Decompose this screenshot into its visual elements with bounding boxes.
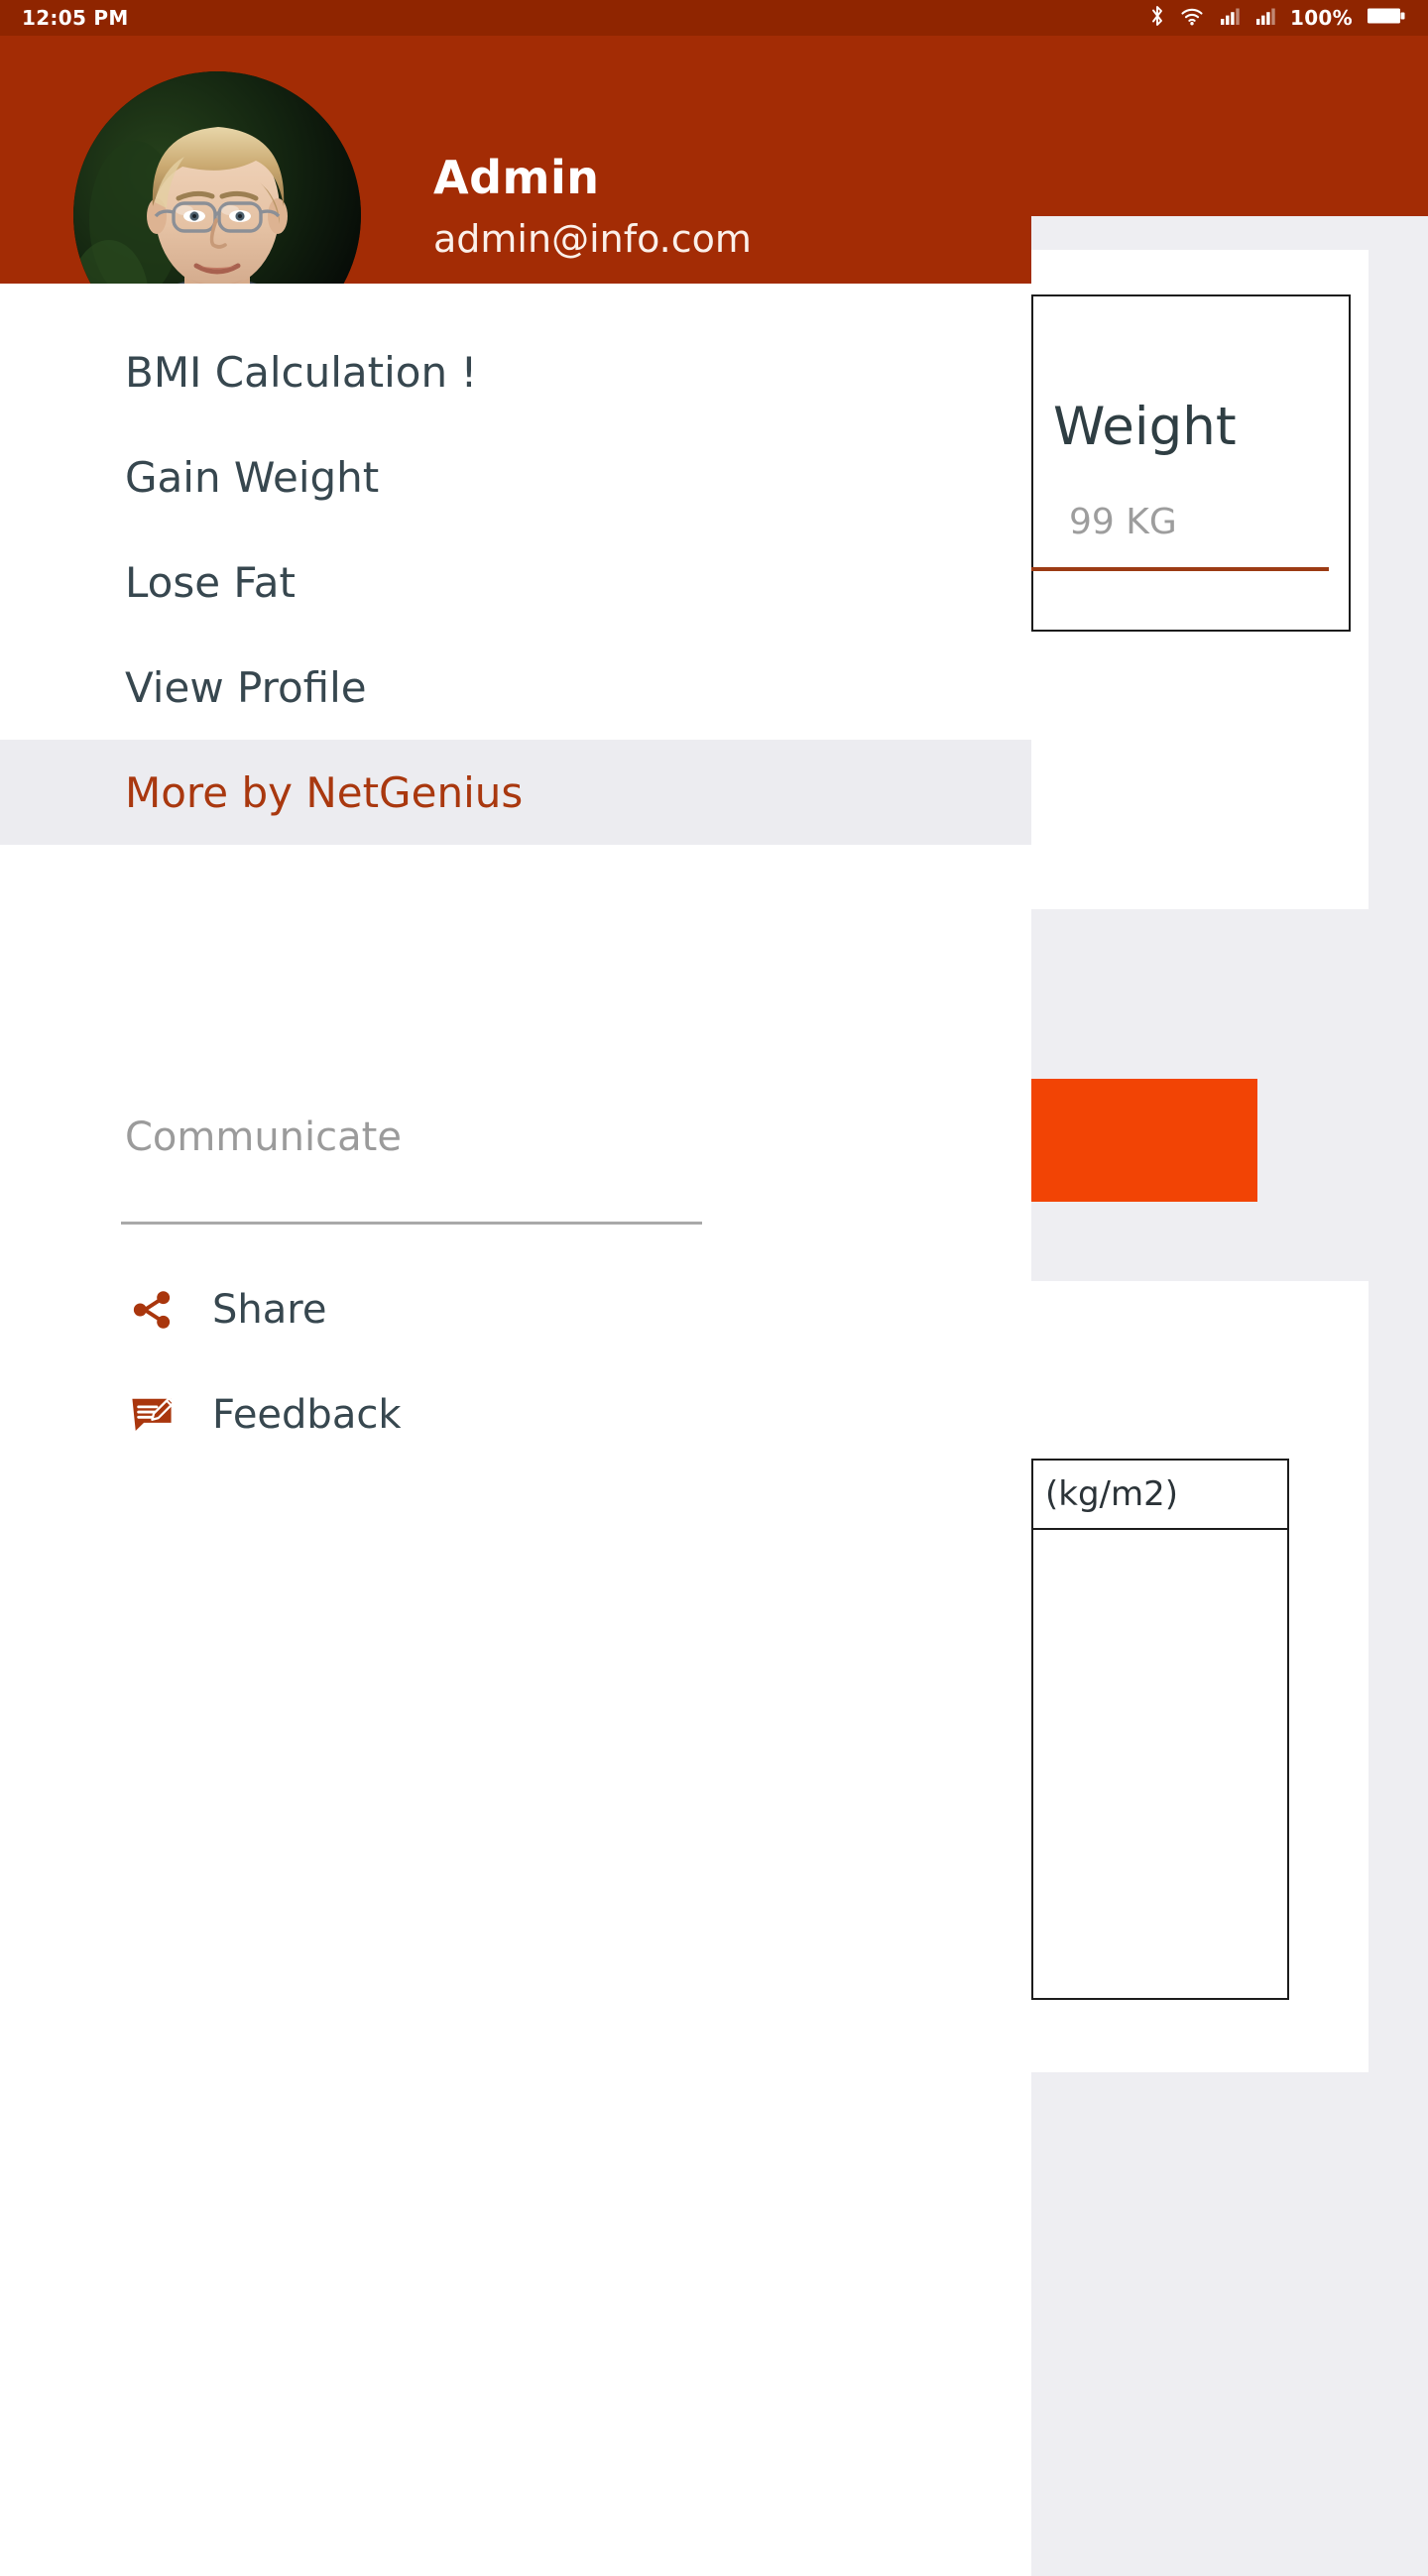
user-name: Admin <box>433 151 600 204</box>
user-email: admin@info.com <box>433 217 752 261</box>
share-icon <box>125 1283 178 1337</box>
navigation-drawer: Admin admin@info.com BMI Calculation ! G… <box>0 36 1031 2576</box>
sidebar-item-label: BMI Calculation ! <box>125 347 478 397</box>
avatar[interactable] <box>73 71 361 284</box>
sidebar-item-view-profile[interactable]: View Profile <box>0 635 1031 740</box>
drawer-header: Admin admin@info.com <box>0 36 1031 284</box>
drawer-menu: BMI Calculation ! Gain Weight Lose Fat V… <box>0 319 1031 845</box>
wifi-icon <box>1179 4 1205 32</box>
sidebar-item-label: Gain Weight <box>125 452 380 502</box>
battery-icon <box>1367 5 1406 31</box>
sidebar-item-share[interactable]: Share <box>125 1283 326 1337</box>
sidebar-item-label: View Profile <box>125 662 367 712</box>
sidebar-item-lose-fat[interactable]: Lose Fat <box>0 529 1031 635</box>
bmi-table-body-cell <box>1031 1528 1289 2000</box>
table-row <box>1031 1528 1289 2000</box>
weight-input[interactable]: 99 KG <box>1069 502 1177 542</box>
battery-percent-label: 100% <box>1290 6 1353 30</box>
section-divider <box>121 1222 702 1225</box>
weight-field-outline <box>1031 294 1351 632</box>
signal-sim1-icon <box>1219 5 1241 31</box>
bmi-unit-header: (kg/m2) <box>1031 1459 1289 1530</box>
sidebar-item-more-by-netgenius[interactable]: More by NetGenius <box>0 740 1031 845</box>
status-icons: 100% <box>1149 4 1406 32</box>
sidebar-item-feedback[interactable]: Feedback <box>125 1388 402 1442</box>
table-row: (kg/m2) <box>1031 1459 1289 1530</box>
bmi-category-table: (kg/m2) <box>1031 1459 1289 2000</box>
sidebar-item-gain-weight[interactable]: Gain Weight <box>0 424 1031 529</box>
status-time: 12:05 PM <box>22 6 129 30</box>
sidebar-item-label: Share <box>212 1287 327 1333</box>
sidebar-item-label: Feedback <box>212 1392 402 1438</box>
calculate-bmi-button[interactable] <box>1031 1079 1257 1202</box>
sidebar-item-bmi-calculation[interactable]: BMI Calculation ! <box>0 319 1031 424</box>
status-bar: 12:05 PM 100% <box>0 0 1428 36</box>
sidebar-item-label: Lose Fat <box>125 557 296 607</box>
feedback-icon <box>125 1388 178 1442</box>
sidebar-item-label: More by NetGenius <box>125 767 524 817</box>
communicate-section-title: Communicate <box>125 1114 402 1160</box>
weight-label: Weight <box>1053 397 1237 457</box>
bluetooth-icon <box>1149 4 1165 32</box>
drawer-user-info: Admin admin@info.com <box>433 155 752 258</box>
signal-sim2-icon <box>1254 5 1276 31</box>
weight-input-underline <box>1031 567 1329 571</box>
